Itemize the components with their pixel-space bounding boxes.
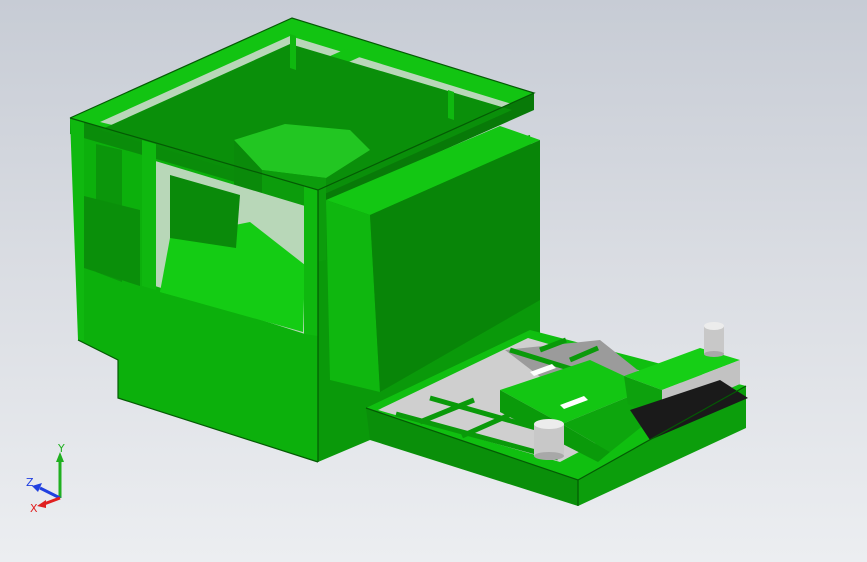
frame-post-front-mid xyxy=(142,140,156,290)
frame-post-back-b xyxy=(290,34,296,70)
x-axis-arrow xyxy=(37,500,46,508)
cylinder-pin-back xyxy=(704,322,724,357)
graphics-viewport[interactable]: Y Z X xyxy=(0,0,867,562)
coordinate-triad: Y Z X xyxy=(26,442,65,515)
x-axis-label: X xyxy=(30,502,38,515)
cylinder-pin-front xyxy=(534,419,564,460)
z-axis-label: Z xyxy=(26,476,34,489)
y-axis-label: Y xyxy=(57,442,65,455)
frame-post-front-right xyxy=(304,186,318,336)
frame-post-back-a xyxy=(448,90,454,120)
frame-post-front-left xyxy=(70,118,84,340)
x-axis-line xyxy=(43,496,61,506)
3d-model-view[interactable] xyxy=(0,0,867,562)
z-axis-line xyxy=(39,486,61,500)
